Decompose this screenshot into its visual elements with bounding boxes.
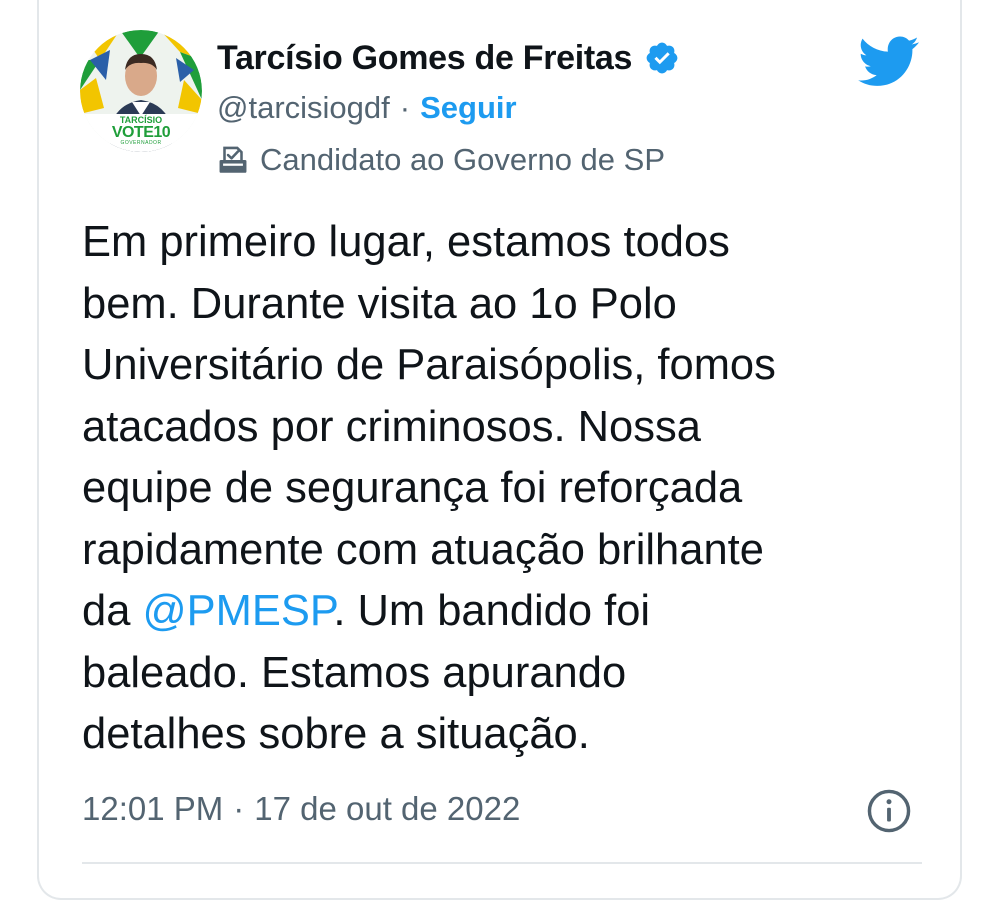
avatar-badge-line2: VOTE10	[111, 124, 171, 141]
mention-link[interactable]: @PMESP	[142, 587, 333, 635]
affiliation-label-row: Candidato ao Governo de SP	[216, 140, 665, 180]
twitter-bird-icon[interactable]	[858, 36, 920, 90]
author-handle-row: @tarcisiogdf · Seguir	[217, 88, 517, 128]
ballot-box-icon	[216, 143, 250, 177]
tweet-date: 17 de out de 2022	[254, 790, 521, 827]
info-icon[interactable]	[866, 788, 912, 834]
follow-button[interactable]: Seguir	[420, 90, 516, 126]
handle-separator: ·	[399, 90, 411, 125]
tweet-time: 12:01 PM	[82, 790, 224, 827]
avatar-badge-line3: GOVERNADOR	[120, 140, 162, 146]
avatar-badge: TARCÍSIO VOTE10 GOVERNADOR	[80, 116, 202, 146]
tweet-timestamp[interactable]: 12:01 PM · 17 de out de 2022	[82, 786, 520, 832]
tweet-text-part-1: Em primeiro lugar, estamos todos bem. Du…	[82, 218, 776, 635]
author-name[interactable]: Tarcísio Gomes de Freitas	[217, 39, 632, 78]
verified-badge-icon	[644, 40, 680, 76]
divider	[82, 862, 922, 864]
author-avatar[interactable]: TARCÍSIO VOTE10 GOVERNADOR	[80, 30, 202, 152]
timestamp-separator: ·	[233, 790, 245, 827]
tweet-text: Em primeiro lugar, estamos todos bem. Du…	[82, 212, 922, 766]
author-handle[interactable]: @tarcisiogdf	[217, 90, 390, 126]
author-name-row: Tarcísio Gomes de Freitas	[217, 36, 680, 80]
affiliation-label: Candidato ao Governo de SP	[260, 142, 665, 177]
